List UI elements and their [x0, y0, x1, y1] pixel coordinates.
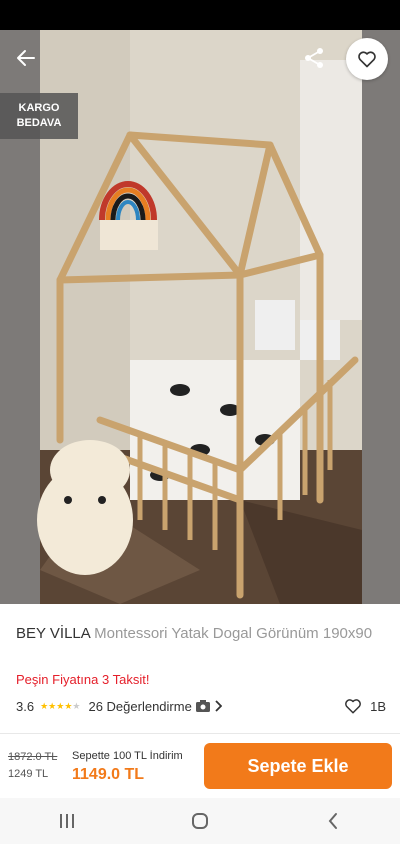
home-icon — [191, 813, 208, 829]
cart-price: 1249 TL — [8, 768, 49, 780]
star-icon: ★ — [56, 700, 65, 711]
camera-icon — [195, 700, 210, 712]
add-to-cart-button[interactable]: Sepete Ekle — [204, 743, 392, 789]
home-button[interactable] — [170, 801, 230, 841]
product-name: Montessori Yatak Dogal Görünüm 190x90 — [94, 625, 373, 642]
installment-text[interactable]: Peşin Fiyatına 3 Taksit! — [16, 672, 149, 687]
share-button[interactable] — [296, 40, 332, 76]
star-icon: ★ — [48, 700, 57, 711]
like-count: 1B — [370, 698, 386, 714]
nav-back-button[interactable] — [303, 801, 363, 841]
back-arrow-icon — [17, 50, 35, 66]
old-price: 1872.0 TL — [8, 751, 58, 763]
star-half-icon: ★ — [64, 700, 73, 711]
product-brand[interactable]: BEY VİLLA — [16, 625, 90, 642]
heart-icon — [358, 51, 376, 68]
rating-score: 3.6 — [16, 698, 35, 714]
system-navigation-bar — [0, 798, 400, 844]
free-shipping-line2: BEDAVA — [16, 117, 62, 129]
divider — [0, 733, 400, 734]
star-empty-icon: ★ — [72, 700, 81, 711]
rating-row: 3.6 ★ ★ ★ ★ ★ 26 Değerlendirme 1B — [16, 696, 386, 716]
nav-back-icon — [328, 813, 338, 829]
free-shipping-line1: KARGO — [18, 102, 60, 114]
chevron-right-icon — [215, 700, 222, 712]
rating-stars: ★ ★ ★ ★ ★ — [40, 701, 80, 712]
like-button[interactable]: 1B — [344, 696, 386, 716]
product-title: BEY VİLLA Montessori Yatak Dogal Görünüm… — [16, 624, 386, 644]
reviews-link[interactable]: 26 Değerlendirme — [88, 698, 222, 714]
heart-outline-icon — [345, 699, 362, 714]
back-button[interactable] — [8, 40, 44, 76]
status-bar — [0, 0, 400, 30]
favorite-button[interactable] — [346, 38, 388, 80]
reviews-label: 26 Değerlendirme — [88, 698, 192, 714]
cart-discount-promo: Sepette 100 TL İndirim — [72, 750, 183, 762]
star-icon: ★ — [40, 700, 49, 711]
recents-button[interactable] — [37, 801, 97, 841]
share-icon — [305, 48, 323, 68]
discounted-price: 1149.0 TL — [72, 766, 145, 783]
free-shipping-badge: KARGO BEDAVA — [0, 93, 78, 139]
recents-icon — [59, 814, 74, 828]
